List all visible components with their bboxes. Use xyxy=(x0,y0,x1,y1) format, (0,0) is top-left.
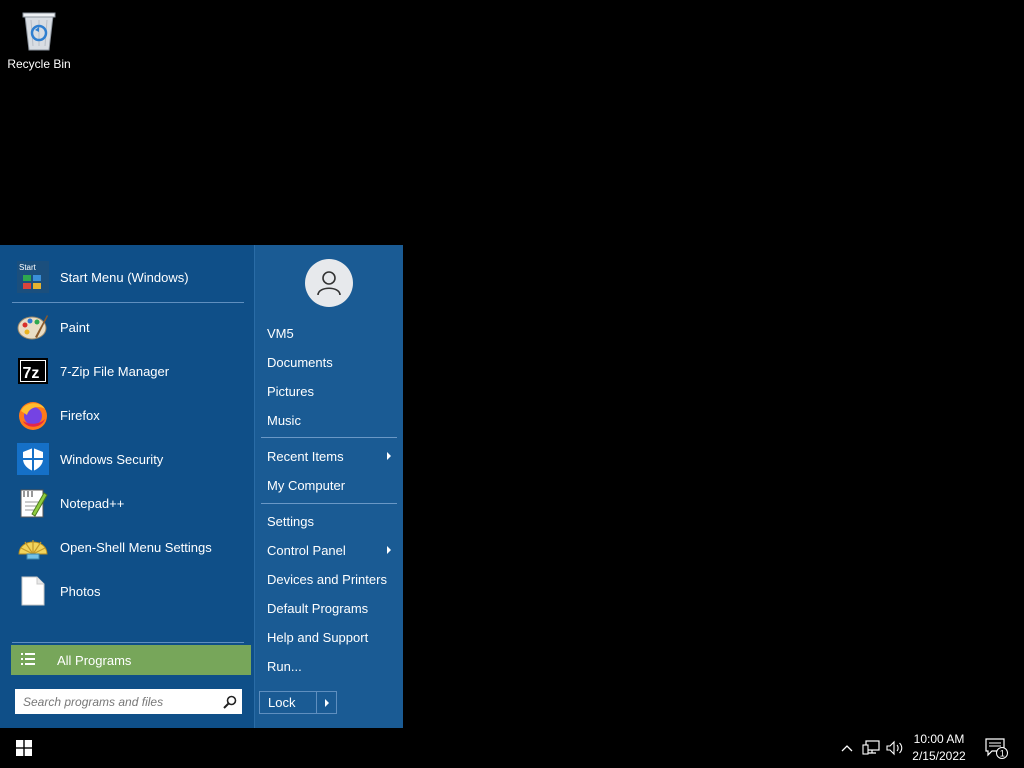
program-start-menu-windows[interactable]: Start Start Menu (Windows) xyxy=(10,257,250,297)
program-label: Notepad++ xyxy=(60,495,125,511)
places-item-label: Devices and Printers xyxy=(267,571,387,587)
program-label: Start Menu (Windows) xyxy=(60,269,189,285)
places-item-settings[interactable]: Settings xyxy=(261,508,397,534)
program-label: Paint xyxy=(60,319,90,335)
submenu-arrow-icon xyxy=(387,452,391,460)
photos-icon xyxy=(16,574,50,608)
shield-icon xyxy=(16,442,50,476)
taskbar: 10:00 AM 2/15/2022 1 xyxy=(0,728,1024,768)
places-item-label: Run... xyxy=(267,658,302,674)
places-item-label: Settings xyxy=(267,513,314,529)
places-item-label: Recent Items xyxy=(267,448,344,464)
places-item-documents[interactable]: Documents xyxy=(261,349,397,375)
firefox-icon xyxy=(16,398,50,432)
program-label: Open-Shell Menu Settings xyxy=(60,539,212,555)
lock-options-button[interactable] xyxy=(316,692,336,713)
places-separator xyxy=(261,503,397,504)
places-item-default-programs[interactable]: Default Programs xyxy=(261,595,397,621)
program-photos[interactable]: Photos xyxy=(10,571,250,611)
all-programs-button[interactable]: All Programs xyxy=(11,645,251,675)
network-button[interactable] xyxy=(860,728,882,768)
chevron-right-icon xyxy=(324,698,329,707)
program-firefox[interactable]: Firefox xyxy=(10,395,250,435)
program-7zip[interactable]: 7z 7-Zip File Manager xyxy=(10,351,250,391)
notification-icon: 1 xyxy=(985,738,1008,759)
places-item-my-computer[interactable]: My Computer xyxy=(261,472,397,498)
paint-icon xyxy=(16,310,50,344)
all-programs-label: All Programs xyxy=(57,652,132,668)
program-label: Photos xyxy=(60,583,101,599)
places-item-label: Music xyxy=(267,412,301,428)
start-menu-programs-pane: Start Start Menu (Windows) Paint 7z 7-Zi… xyxy=(0,245,254,728)
places-item-label: Pictures xyxy=(267,383,314,399)
places-item-label: Control Panel xyxy=(267,542,346,558)
search-box xyxy=(15,689,242,714)
start-menu: Start Start Menu (Windows) Paint 7z 7-Zi… xyxy=(0,245,403,728)
start-menu-places-pane: VM5 Documents Pictures Music Recent Item… xyxy=(254,245,403,728)
action-center-button[interactable]: 1 xyxy=(976,728,1016,768)
7zip-icon-text: 7z xyxy=(23,365,40,382)
list-icon xyxy=(21,652,37,668)
windows-logo-icon xyxy=(16,740,32,756)
search-input[interactable] xyxy=(15,694,218,709)
programs-separator xyxy=(12,642,244,643)
places-item-label: Default Programs xyxy=(267,600,369,616)
places-item-label: Documents xyxy=(267,354,333,370)
search-icon[interactable] xyxy=(218,695,242,709)
program-notepadpp[interactable]: Notepad++ xyxy=(10,483,250,523)
places-item-pictures[interactable]: Pictures xyxy=(261,378,397,404)
shell-icon xyxy=(16,530,50,564)
places-item-label: Help and Support xyxy=(267,629,369,645)
lock-label[interactable]: Lock xyxy=(260,695,316,710)
show-hidden-icons-button[interactable] xyxy=(837,728,857,768)
user-avatar[interactable] xyxy=(305,259,353,307)
network-icon xyxy=(862,740,880,755)
places-item-music[interactable]: Music xyxy=(261,407,397,433)
7zip-icon: 7z xyxy=(16,354,50,388)
taskbar-clock[interactable]: 10:00 AM 2/15/2022 xyxy=(905,731,973,765)
user-icon xyxy=(317,271,341,296)
places-item-label: My Computer xyxy=(267,477,346,493)
clock-date: 2/15/2022 xyxy=(912,749,966,763)
program-paint[interactable]: Paint xyxy=(10,307,250,347)
program-label: Firefox xyxy=(60,407,100,423)
start-button[interactable] xyxy=(0,728,48,768)
start-menu-icon: Start xyxy=(16,260,50,294)
programs-separator xyxy=(12,302,244,303)
submenu-arrow-icon xyxy=(387,546,391,554)
places-item-label: VM5 xyxy=(267,325,294,341)
program-label: Windows Security xyxy=(60,451,164,467)
places-item-vm5[interactable]: VM5 xyxy=(261,320,397,346)
places-item-control-panel[interactable]: Control Panel xyxy=(261,537,397,563)
places-item-recent-items[interactable]: Recent Items xyxy=(261,443,397,469)
lock-button: Lock xyxy=(259,691,337,714)
program-open-shell-settings[interactable]: Open-Shell Menu Settings xyxy=(10,527,250,567)
places-separator xyxy=(261,437,397,438)
program-label: 7-Zip File Manager xyxy=(60,363,170,379)
places-item-help-and-support[interactable]: Help and Support xyxy=(261,624,397,650)
recycle-bin-icon xyxy=(22,12,56,51)
chevron-up-icon xyxy=(841,745,853,752)
start-icon-text: Start xyxy=(19,263,37,272)
notification-count: 1 xyxy=(1000,748,1005,758)
program-windows-security[interactable]: Windows Security xyxy=(10,439,250,479)
recycle-bin-label: Recycle Bin xyxy=(7,57,71,71)
desktop-icon-recycle-bin[interactable]: Recycle Bin xyxy=(4,8,74,71)
volume-button[interactable] xyxy=(884,728,906,768)
volume-icon xyxy=(886,740,903,756)
places-item-run[interactable]: Run... xyxy=(261,653,397,679)
places-item-devices-and-printers[interactable]: Devices and Printers xyxy=(261,566,397,592)
notepadpp-icon xyxy=(16,486,50,520)
clock-time: 10:00 AM xyxy=(913,732,965,746)
